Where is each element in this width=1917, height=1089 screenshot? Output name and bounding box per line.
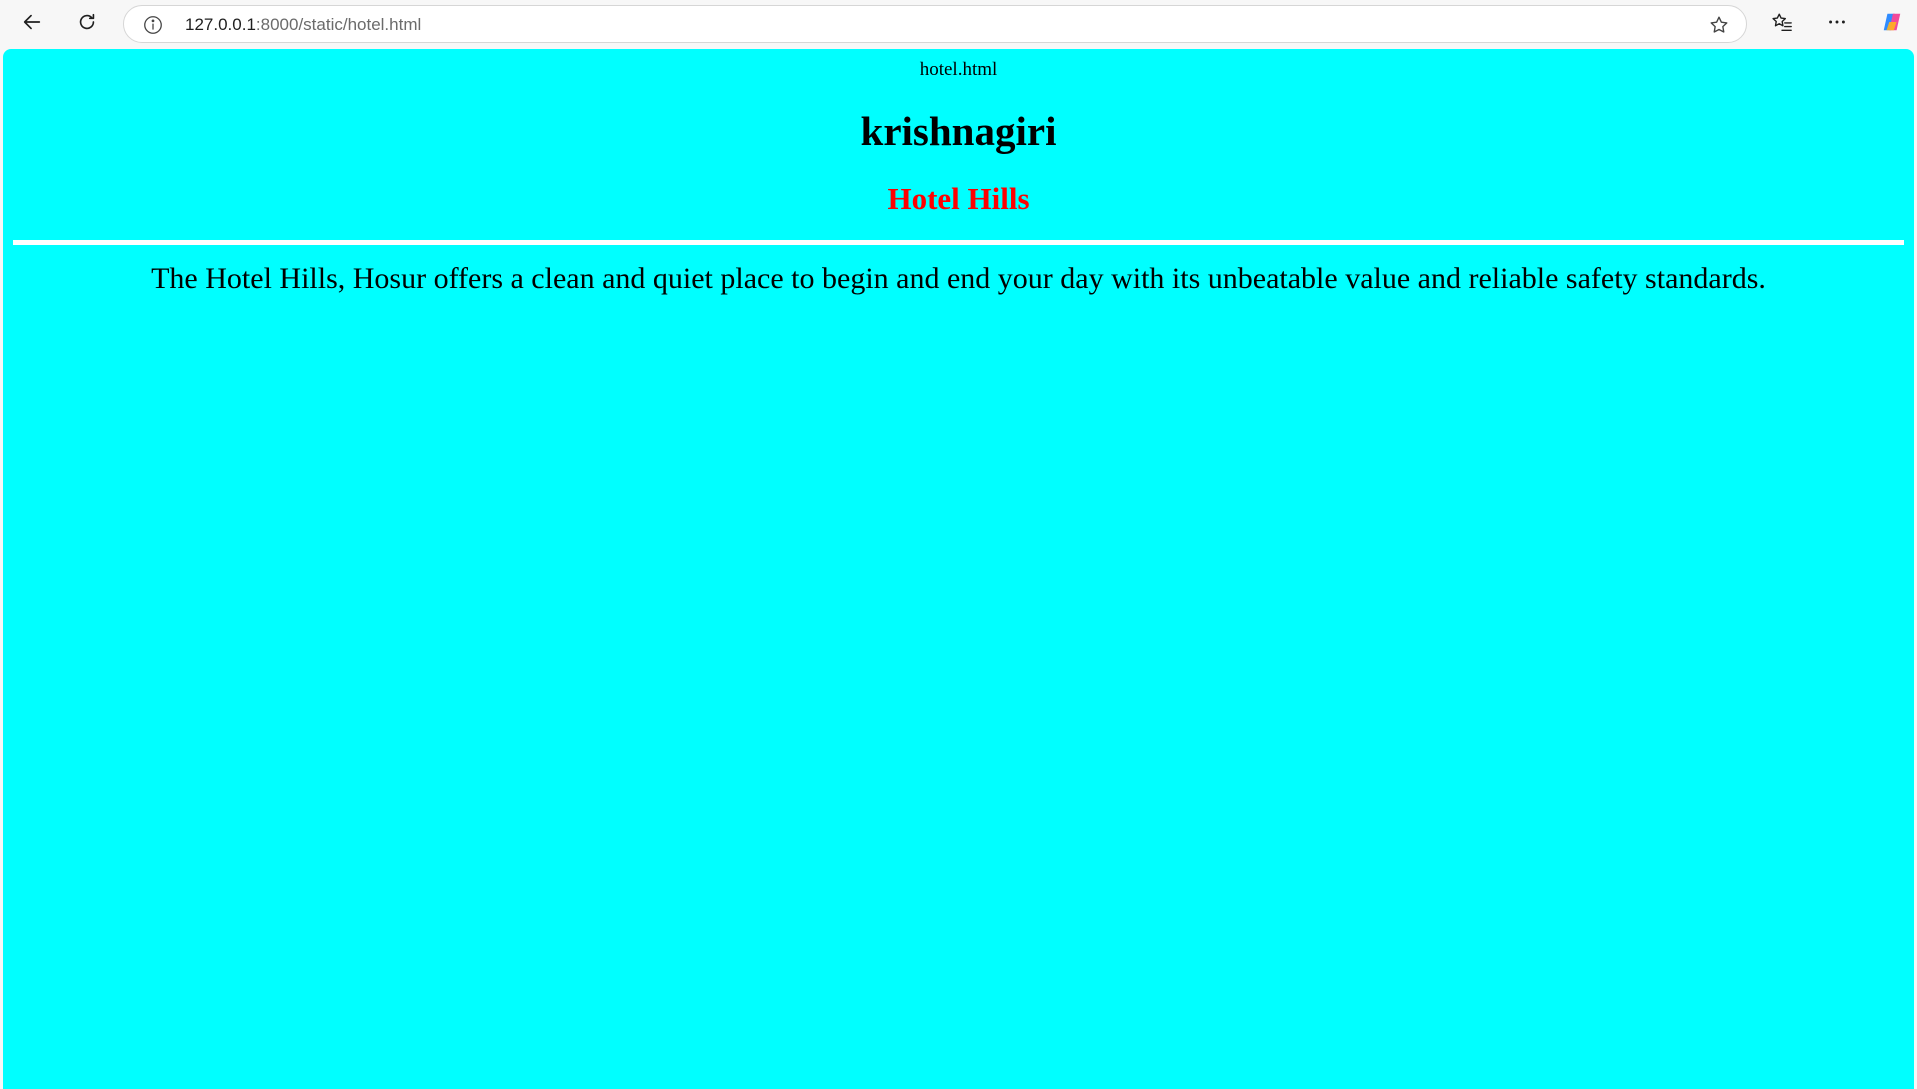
- url-path: :8000/static/hotel.html: [255, 15, 422, 34]
- horizontal-rule: [13, 240, 1904, 245]
- star-icon[interactable]: [1708, 14, 1730, 36]
- page-title: krishnagiri: [860, 108, 1057, 154]
- more-button[interactable]: [1819, 6, 1855, 42]
- back-button[interactable]: [14, 6, 50, 42]
- refresh-icon: [76, 11, 98, 38]
- copilot-icon: [1881, 11, 1903, 38]
- copilot-button[interactable]: [1874, 6, 1910, 42]
- refresh-button[interactable]: [69, 6, 105, 42]
- page-content: hotel.html krishnagiri Hotel Hills The H…: [3, 49, 1914, 1089]
- address-bar[interactable]: 127.0.0.1:8000/static/hotel.html: [123, 5, 1747, 43]
- url-host: 127.0.0.1: [185, 15, 256, 34]
- browser-toolbar: 127.0.0.1:8000/static/hotel.html: [0, 0, 1917, 48]
- info-icon[interactable]: [142, 14, 164, 36]
- url-text[interactable]: 127.0.0.1:8000/static/hotel.html: [185, 6, 421, 44]
- more-icon: [1826, 11, 1848, 38]
- hotel-description: The Hotel Hills, Hosur offers a clean an…: [151, 262, 1766, 295]
- file-label: hotel.html: [919, 59, 998, 80]
- favorites-icon: [1771, 11, 1793, 38]
- hotel-name: Hotel Hills: [887, 181, 1030, 216]
- favorites-button[interactable]: [1764, 6, 1800, 42]
- back-arrow-icon: [21, 11, 43, 38]
